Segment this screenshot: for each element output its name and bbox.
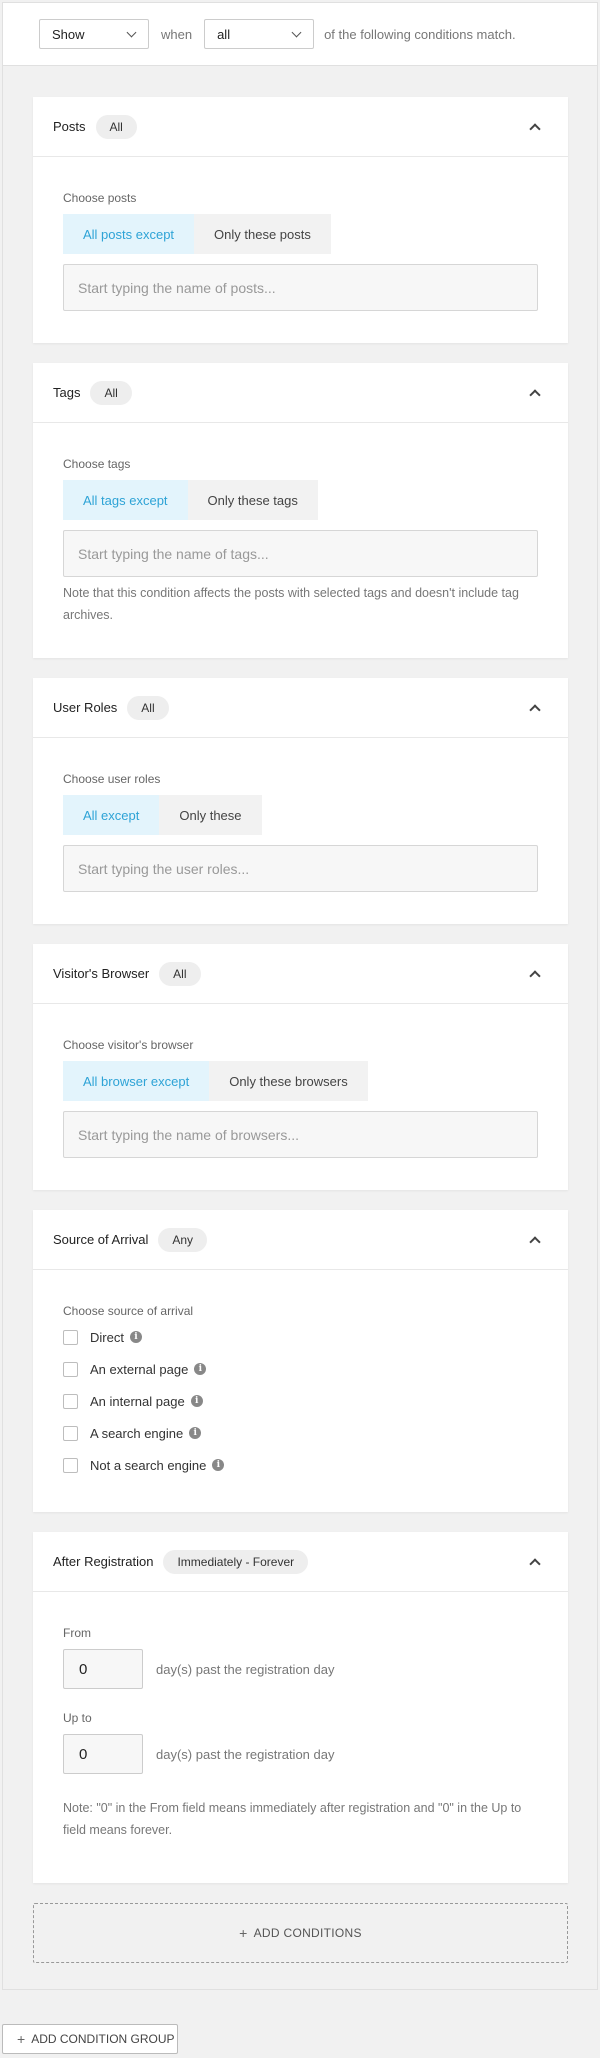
only-these-browsers-button[interactable]: Only these browsers [209, 1061, 368, 1101]
info-icon[interactable]: i [194, 1363, 207, 1375]
roles-search-input[interactable]: Start typing the user roles... [63, 845, 538, 892]
upto-label: Up to [63, 1711, 92, 1725]
status-badge: All [159, 961, 201, 986]
from-days-input[interactable]: 0 [63, 1649, 143, 1689]
field-label: Choose posts [63, 191, 137, 205]
only-these-posts-button[interactable]: Only these posts [194, 214, 331, 254]
status-badge: Any [158, 1227, 208, 1252]
add-condition-group-label: ADD CONDITION GROUP [31, 2032, 175, 2046]
chevron-up-icon[interactable] [528, 1234, 542, 1248]
field-label: Choose visitor's browser [63, 1038, 194, 1052]
option-label: An external page [90, 1361, 189, 1377]
tags-card: Tags All Choose tags All tags except Onl… [33, 363, 568, 658]
checkbox[interactable] [63, 1425, 78, 1441]
chevron-up-icon[interactable] [528, 702, 542, 716]
info-icon[interactable]: i [190, 1395, 203, 1407]
source-option[interactable]: Direct i [63, 1321, 538, 1353]
card-title: Source of Arrival [53, 1232, 149, 1247]
browser-card: Visitor's Browser All Choose visitor's b… [33, 944, 568, 1190]
source-card: Source of Arrival Any Choose source of a… [33, 1210, 568, 1512]
browser-card-header[interactable]: Visitor's Browser All [33, 944, 568, 1004]
posts-mode-toggle: All posts except Only these posts [63, 214, 538, 254]
roles-mode-toggle: All except Only these [63, 795, 538, 835]
status-badge: Immediately - Forever [163, 1549, 309, 1574]
tags-search-input[interactable]: Start typing the name of tags... [63, 530, 538, 577]
chevron-up-icon[interactable] [528, 968, 542, 982]
registration-card: After Registration Immediately - Forever… [33, 1532, 568, 1883]
chevron-down-icon [291, 28, 303, 40]
field-label: Choose tags [63, 457, 131, 471]
match-select[interactable]: all [204, 19, 315, 49]
card-title: Tags [53, 385, 81, 400]
only-these-button[interactable]: Only these [159, 795, 262, 835]
plus-icon: + [17, 2031, 26, 2047]
add-condition-group-button[interactable]: + ADD CONDITION GROUP [2, 2024, 178, 2054]
checkbox[interactable] [63, 1393, 78, 1409]
show-select[interactable]: Show [39, 19, 149, 49]
all-except-button[interactable]: All except [63, 795, 160, 835]
upto-days-input[interactable]: 0 [63, 1734, 143, 1774]
status-badge: All [90, 380, 132, 405]
option-label: Not a search engine [90, 1457, 207, 1473]
from-label: From [63, 1626, 91, 1640]
add-conditions-button[interactable]: + ADD CONDITIONS [33, 1903, 568, 1963]
tags-note: Note that this condition affects the pos… [63, 586, 519, 622]
info-icon[interactable]: i [129, 1331, 142, 1343]
posts-search-input[interactable]: Start typing the name of posts... [63, 264, 538, 311]
browser-search-input[interactable]: Start typing the name of browsers... [63, 1111, 538, 1158]
from-days-suffix: day(s) past the registration day [156, 1661, 335, 1677]
posts-card: Posts All Choose posts All posts except … [33, 97, 568, 343]
match-suffix-text: of the following conditions match. [324, 26, 516, 42]
match-select-value: all [217, 26, 231, 42]
registration-note: Note: "0" in the From field means immedi… [63, 1801, 522, 1837]
chevron-up-icon[interactable] [528, 121, 542, 135]
condition-header: Show when all of the following condition… [2, 2, 598, 66]
chevron-up-icon[interactable] [528, 1556, 542, 1570]
source-option[interactable]: A search engine i [63, 1417, 538, 1449]
option-label: A search engine [90, 1425, 184, 1441]
user-roles-card-header[interactable]: User Roles All [33, 678, 568, 738]
all-tags-except-button[interactable]: All tags except [63, 480, 188, 520]
status-badge: All [95, 114, 137, 139]
checkbox[interactable] [63, 1361, 78, 1377]
card-title: Posts [53, 119, 86, 134]
all-browser-except-button[interactable]: All browser except [63, 1061, 210, 1101]
chevron-up-icon[interactable] [528, 387, 542, 401]
card-title: User Roles [53, 700, 118, 715]
option-label: Direct [90, 1329, 124, 1345]
checkbox[interactable] [63, 1329, 78, 1345]
registration-card-header[interactable]: After Registration Immediately - Forever [33, 1532, 568, 1592]
option-label: An internal page [90, 1393, 185, 1409]
field-label: Choose source of arrival [63, 1304, 194, 1318]
info-icon[interactable]: i [189, 1427, 202, 1439]
only-these-tags-button[interactable]: Only these tags [187, 480, 318, 520]
source-option[interactable]: An internal page i [63, 1385, 538, 1417]
tags-mode-toggle: All tags except Only these tags [63, 480, 538, 520]
posts-card-header[interactable]: Posts All [33, 97, 568, 157]
source-option[interactable]: Not a search engine i [63, 1449, 538, 1481]
checkbox[interactable] [63, 1457, 78, 1473]
status-badge: All [127, 695, 169, 720]
when-text: when [161, 26, 193, 42]
browser-mode-toggle: All browser except Only these browsers [63, 1061, 538, 1101]
source-option[interactable]: An external page i [63, 1353, 538, 1385]
show-select-value: Show [52, 26, 85, 42]
upto-days-suffix: day(s) past the registration day [156, 1746, 335, 1762]
card-title: Visitor's Browser [53, 966, 150, 981]
all-posts-except-button[interactable]: All posts except [63, 214, 195, 254]
add-conditions-label: ADD CONDITIONS [253, 1926, 362, 1940]
source-card-header[interactable]: Source of Arrival Any [33, 1210, 568, 1270]
card-title: After Registration [53, 1554, 154, 1569]
info-icon[interactable]: i [212, 1459, 225, 1471]
field-label: Choose user roles [63, 772, 161, 786]
tags-card-header[interactable]: Tags All [33, 363, 568, 423]
user-roles-card: User Roles All Choose user roles All exc… [33, 678, 568, 924]
chevron-down-icon [126, 28, 138, 40]
plus-icon: + [239, 1925, 248, 1941]
